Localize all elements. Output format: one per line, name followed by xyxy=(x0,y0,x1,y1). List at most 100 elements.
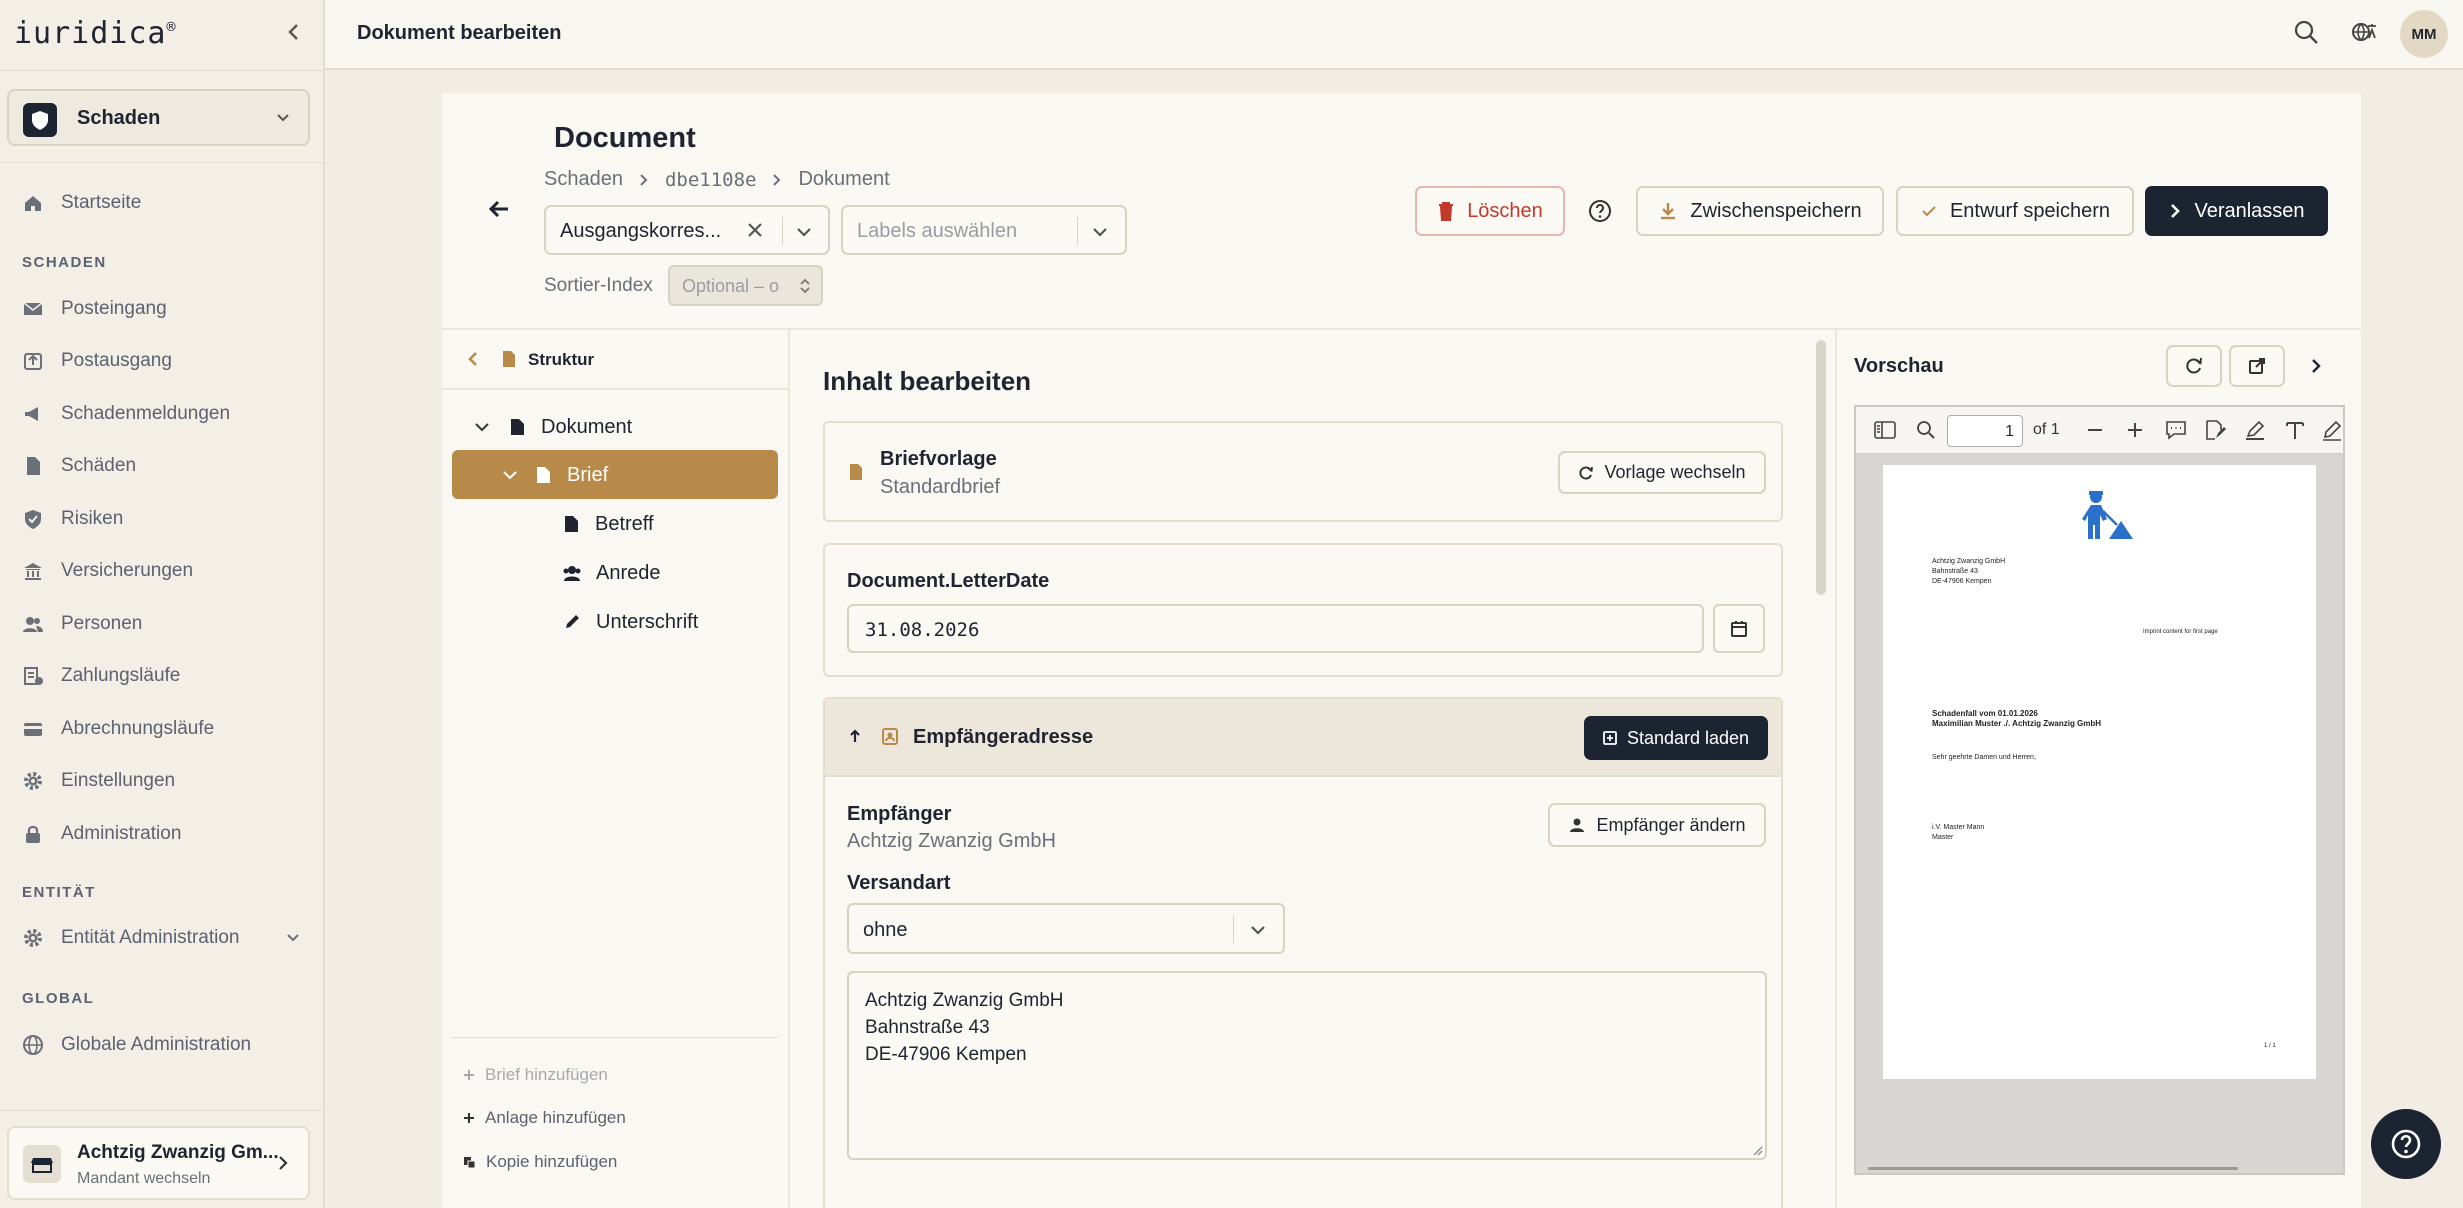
file-icon xyxy=(849,463,863,481)
check-icon xyxy=(1920,202,1938,220)
date-card: Document.LetterDate 31.08.2026 xyxy=(823,543,1783,677)
tree-node-anrede[interactable]: Anrede xyxy=(562,558,661,588)
shipping-select[interactable]: ohne xyxy=(847,903,1285,954)
language-icon[interactable] xyxy=(2350,18,2378,46)
chevron-right-icon[interactable] xyxy=(2307,356,2325,376)
search-icon[interactable] xyxy=(2292,18,2320,46)
resize-handle-icon[interactable] xyxy=(1751,1144,1763,1156)
context-select[interactable]: Schaden xyxy=(7,89,310,146)
users-icon xyxy=(562,564,582,582)
page-number-input[interactable]: 1 xyxy=(1947,415,2023,447)
structure-title: Struktur xyxy=(528,350,595,369)
search-icon[interactable] xyxy=(1916,420,1936,440)
delete-button[interactable]: Löschen xyxy=(1415,186,1565,236)
comment-icon[interactable] xyxy=(2165,419,2187,441)
help-circle-icon[interactable] xyxy=(1587,198,1613,224)
back-arrow-icon[interactable] xyxy=(488,198,510,220)
tree-node-unterschrift[interactable]: Unterschrift xyxy=(563,607,698,637)
address-section-title: Empfängeradresse xyxy=(913,726,1094,748)
nav-entitaet-administration[interactable]: Entität Administration xyxy=(22,923,302,953)
app-logo[interactable]: iuridica® xyxy=(14,16,177,51)
refresh-icon xyxy=(1578,465,1594,481)
nav-postausgang[interactable]: Postausgang xyxy=(22,346,172,376)
nav-schadenmeldungen[interactable]: Schadenmeldungen xyxy=(22,399,230,429)
nav-globale-administration[interactable]: Globale Administration xyxy=(22,1030,251,1060)
editor-title: Inhalt bearbeiten xyxy=(823,366,1032,396)
sort-index-input[interactable]: Optional – o xyxy=(668,265,823,306)
globe-icon xyxy=(22,1034,44,1056)
avatar[interactable]: MM xyxy=(2400,10,2448,58)
date-input[interactable]: 31.08.2026 xyxy=(847,604,1704,653)
nav-zahlungslaeufe[interactable]: Zahlungsläufe xyxy=(22,661,180,691)
change-recipient-button[interactable]: Empfänger ändern xyxy=(1548,803,1766,847)
address-textarea[interactable]: Achtzig Zwanzig GmbH Bahnstraße 43 DE-47… xyxy=(847,971,1767,1160)
tree-node-brief[interactable] xyxy=(452,450,778,499)
breadcrumb-item[interactable]: dbe1108e xyxy=(665,169,757,191)
tree-node-dokument[interactable]: Dokument xyxy=(474,412,632,442)
sidebar-toggle-icon[interactable] xyxy=(1874,421,1896,439)
address-book-icon xyxy=(880,726,900,746)
chevron-down-icon xyxy=(1091,223,1109,241)
collapse-sidebar-icon[interactable] xyxy=(282,20,306,44)
chevron-right-icon xyxy=(637,173,651,187)
load-default-button[interactable]: Standard laden xyxy=(1584,716,1768,760)
calendar-button[interactable] xyxy=(1713,604,1765,653)
section-entitaet: ENTITÄT xyxy=(22,884,96,901)
tree-node-betreff[interactable]: Betreff xyxy=(564,509,654,539)
breadcrumb-item[interactable]: Schaden xyxy=(544,168,623,191)
chevron-down-icon xyxy=(795,223,813,241)
stepper-icon[interactable] xyxy=(799,277,811,295)
zoom-in-icon[interactable] xyxy=(2126,421,2144,439)
open-external-button[interactable] xyxy=(2229,345,2285,387)
trash-icon xyxy=(1437,201,1455,221)
nav-startseite[interactable]: Startseite xyxy=(22,188,141,218)
save-temp-button[interactable]: Zwischenspeichern xyxy=(1636,186,1884,236)
add-copy-button[interactable]: Kopie hinzufügen xyxy=(463,1152,617,1172)
template-label: Briefvorlage xyxy=(880,448,997,470)
save-draft-button[interactable]: Entwurf speichern xyxy=(1896,186,2134,236)
change-template-button[interactable]: Vorlage wechseln xyxy=(1558,451,1766,494)
chevron-left-icon[interactable] xyxy=(465,350,481,368)
labels-placeholder: Labels auswählen xyxy=(857,220,1018,242)
tenant-switch-label: Mandant wechseln xyxy=(77,1170,211,1187)
refresh-preview-button[interactable] xyxy=(2166,345,2222,387)
nav-einstellungen[interactable]: Einstellungen xyxy=(22,766,175,796)
tenant-switcher[interactable]: Achtzig Zwanzig Gm... Mandant wechseln xyxy=(7,1126,310,1200)
document-type-select[interactable]: Ausgangskorres... xyxy=(544,205,830,255)
dispatch-button[interactable]: Veranlassen xyxy=(2145,186,2328,236)
add-attachment-button[interactable]: Anlage hinzufügen xyxy=(463,1108,626,1128)
mail-icon xyxy=(22,298,44,320)
nav-schaeden[interactable]: Schäden xyxy=(22,451,136,481)
chevron-down-icon xyxy=(284,929,302,947)
file-icon xyxy=(536,466,551,484)
plus-icon xyxy=(463,1069,475,1081)
gear-icon xyxy=(22,927,44,949)
arrow-up-icon[interactable] xyxy=(849,729,861,743)
labels-select[interactable]: Labels auswählen xyxy=(841,205,1127,255)
pen-icon[interactable] xyxy=(2322,419,2342,441)
nav-posteingang[interactable]: Posteingang xyxy=(22,294,167,324)
load-icon xyxy=(1603,731,1617,745)
editor-scrollbar[interactable] xyxy=(1816,340,1826,595)
pen-icon xyxy=(563,613,581,631)
sidebar: iuridica® Schaden Startseite SCHADEN Pos… xyxy=(0,0,325,1208)
outbox-icon xyxy=(22,350,44,372)
chevron-down-icon xyxy=(274,109,292,127)
chevron-down-icon xyxy=(474,419,490,435)
address-card: Empfängeradresse Standard laden Empfänge… xyxy=(823,697,1783,1208)
nav-risiken[interactable]: Risiken xyxy=(22,504,123,534)
pdf-hscrollbar[interactable] xyxy=(1868,1167,2238,1170)
clear-icon[interactable] xyxy=(746,221,764,239)
nav-abrechnungslaeufe[interactable]: Abrechnungsläufe xyxy=(22,714,214,744)
nav-versicherungen[interactable]: Versicherungen xyxy=(22,556,193,586)
signature-icon[interactable] xyxy=(2204,419,2226,441)
nav-personen[interactable]: Personen xyxy=(22,609,142,639)
zoom-out-icon[interactable] xyxy=(2086,421,2104,439)
add-letter-button[interactable]: Brief hinzufügen xyxy=(463,1065,608,1085)
breadcrumb-item: Dokument xyxy=(798,168,890,190)
nav-administration[interactable]: Administration xyxy=(22,819,181,849)
chevron-down-icon xyxy=(1249,921,1267,939)
text-tool-icon[interactable] xyxy=(2284,419,2306,441)
highlighter-icon[interactable] xyxy=(2244,419,2266,441)
help-button[interactable] xyxy=(2371,1109,2441,1179)
